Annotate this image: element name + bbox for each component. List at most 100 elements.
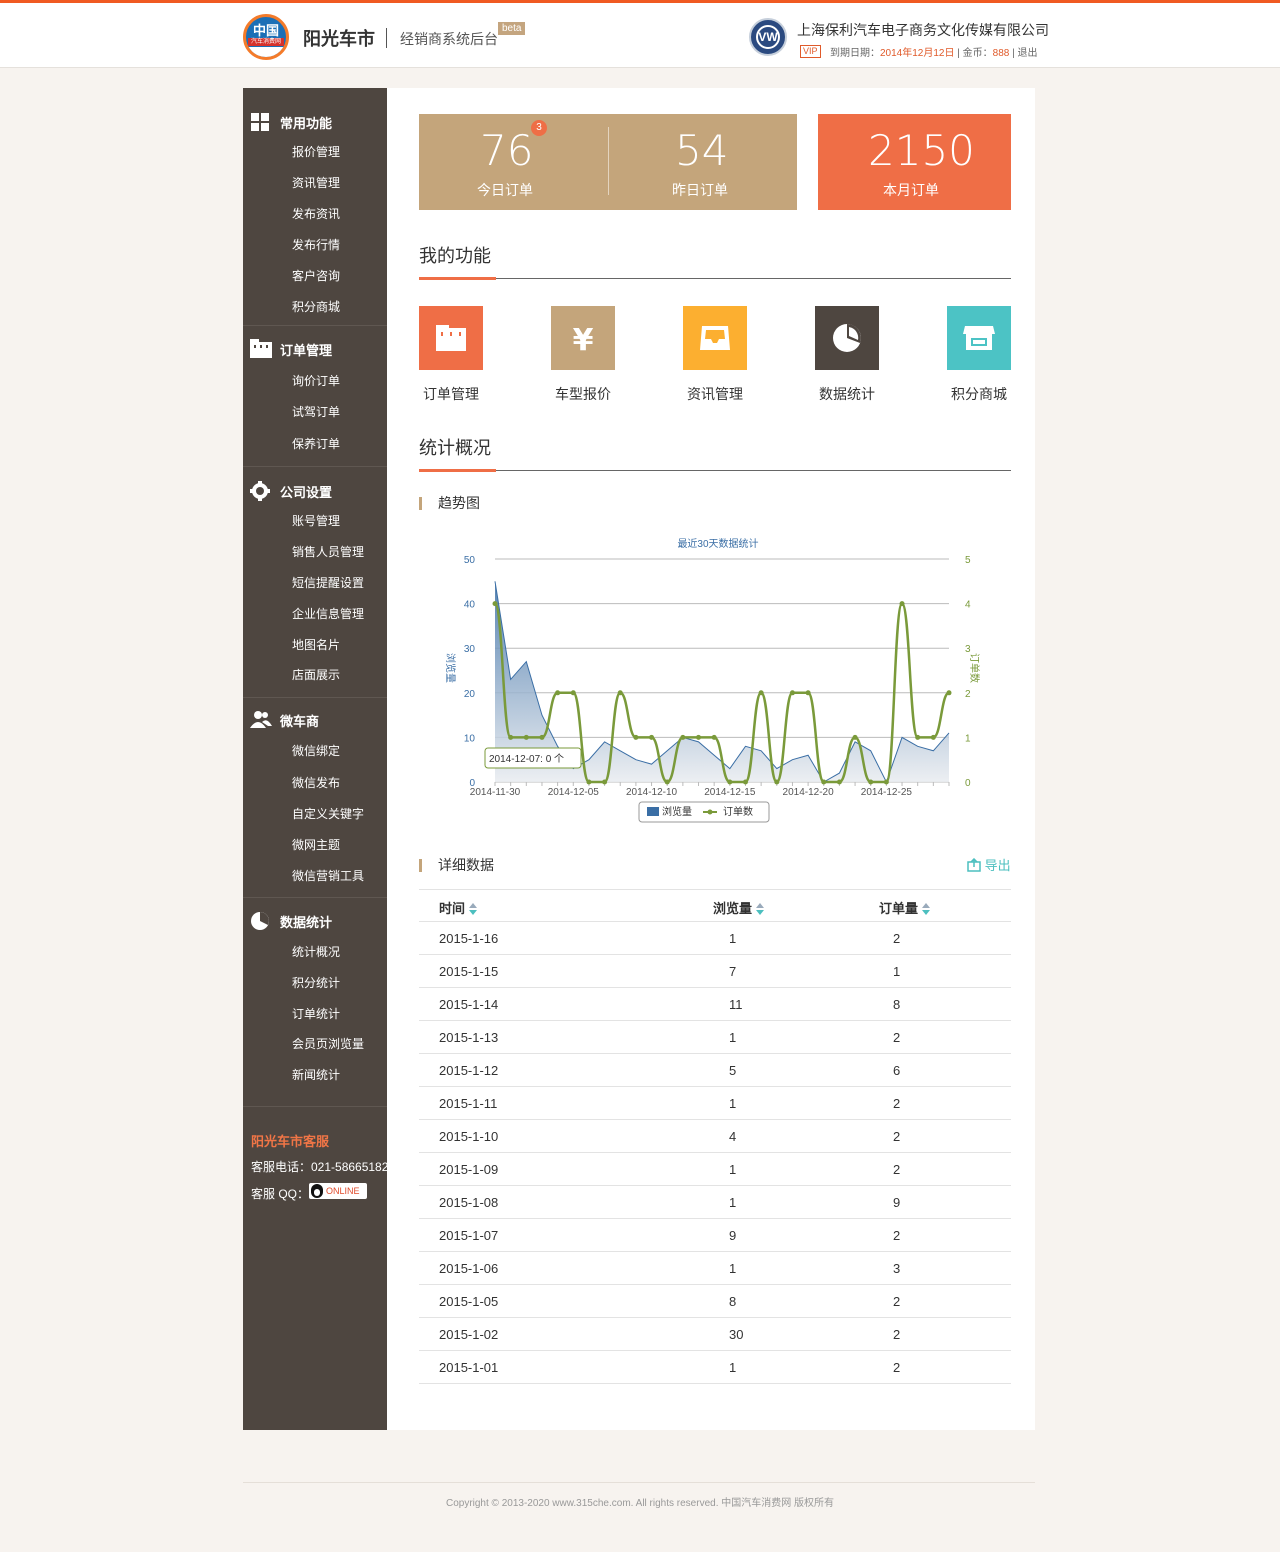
- sidebar-item-points-stats[interactable]: 积分统计: [292, 974, 340, 991]
- sidebar-item-map-card[interactable]: 地图名片: [292, 636, 340, 653]
- sidebar-item-stats-overview[interactable]: 统计概况: [292, 943, 340, 960]
- cell-date: 2015-1-14: [439, 997, 499, 1012]
- sidebar-item-quote[interactable]: 报价管理: [292, 143, 340, 160]
- sidebar-item-wechat-marketing[interactable]: 微信营销工具: [292, 867, 364, 884]
- column-header-date[interactable]: 时间: [439, 898, 478, 917]
- sort-icon[interactable]: [469, 903, 478, 915]
- sidebar-item-member-pageviews[interactable]: 会员页浏览量: [292, 1035, 364, 1052]
- cell-orders: 1: [893, 964, 901, 979]
- trend-title-text: 趋势图: [438, 495, 480, 511]
- qq-penguin-icon: [311, 1184, 323, 1198]
- func-points-mall[interactable]: 积分商城: [947, 306, 1011, 402]
- func-order-management[interactable]: 订单管理: [419, 306, 483, 402]
- vip-badge: VIP: [800, 45, 821, 58]
- column-header-orders[interactable]: 订单量: [879, 898, 931, 917]
- cell-orders: 2: [893, 1228, 901, 1243]
- cell-views: 7: [729, 964, 737, 979]
- order-point: [930, 734, 936, 740]
- order-point: [633, 734, 639, 740]
- folder-icon: [250, 339, 272, 359]
- sidebar-section-common[interactable]: 常用功能: [250, 112, 332, 132]
- order-point: [523, 734, 529, 740]
- sidebar-item-news[interactable]: 资讯管理: [292, 174, 340, 191]
- sidebar-item-sales-staff[interactable]: 销售人员管理: [292, 543, 364, 560]
- table-row: 2015-1-13 1 2: [419, 1021, 1011, 1054]
- sidebar-item-inquiry-orders[interactable]: 询价订单: [292, 372, 340, 389]
- sidebar-item-maintenance-orders[interactable]: 保养订单: [292, 435, 340, 452]
- main-panel: 76 3 今日订单 54 昨日订单 2150 本月订单 我的功能 订单管理 ¥ …: [387, 88, 1035, 1430]
- cell-views: 1: [729, 1360, 737, 1375]
- order-point: [555, 690, 561, 696]
- cell-date: 2015-1-15: [439, 964, 499, 979]
- sidebar-item-order-stats[interactable]: 订单统计: [292, 1005, 340, 1022]
- divider: [243, 697, 387, 698]
- trend-chart: 最近30天数据统计 0 10 20 30 40 50 0 1 2 3 4 5 浏览量 订单数 2014-11-…: [433, 528, 1003, 828]
- sidebar-item-wechat-bind[interactable]: 微信绑定: [292, 742, 340, 759]
- order-point: [821, 779, 827, 785]
- sidebar-item-test-drive-orders[interactable]: 试驾订单: [292, 403, 340, 420]
- cell-orders: 2: [893, 1030, 901, 1045]
- x-tick-label: 2014-12-20: [783, 787, 835, 798]
- sidebar-section-title: 公司设置: [280, 484, 333, 500]
- site-logo[interactable]: 中国 汽车消费网: [243, 14, 289, 60]
- func-data-statistics[interactable]: 数据统计: [815, 306, 879, 402]
- order-point: [758, 690, 764, 696]
- qq-online-button[interactable]: ONLINE: [309, 1183, 367, 1199]
- y-right-tick-label: 1: [965, 733, 971, 744]
- sidebar-item-points-mall[interactable]: 积分商城: [292, 298, 340, 315]
- func-news-management[interactable]: 资讯管理: [683, 306, 747, 402]
- func-model-quote[interactable]: ¥ 车型报价: [551, 306, 615, 402]
- cell-date: 2015-1-12: [439, 1063, 499, 1078]
- cell-views: 1: [729, 931, 737, 946]
- sidebar-item-accounts[interactable]: 账号管理: [292, 512, 340, 529]
- brand-title: 阳光车市: [303, 29, 375, 49]
- sidebar-item-micro-site-theme[interactable]: 微网主题: [292, 836, 340, 853]
- sidebar-item-store-display[interactable]: 店面展示: [292, 666, 340, 683]
- x-tick-label: 2014-12-05: [548, 787, 600, 798]
- y-right-tick-label: 0: [965, 778, 971, 789]
- func-label: 车型报价: [555, 386, 611, 402]
- cell-orders: 3: [893, 1261, 901, 1276]
- sidebar-item-sms-settings[interactable]: 短信提醒设置: [292, 574, 364, 591]
- users-icon: [250, 710, 272, 730]
- order-point: [696, 734, 702, 740]
- sidebar-section-orders[interactable]: 订单管理: [250, 339, 332, 359]
- sidebar-section-title: 数据统计: [280, 914, 333, 930]
- sidebar-section-statistics[interactable]: 数据统计: [250, 911, 332, 931]
- order-point: [602, 779, 608, 785]
- chart-tooltip-text: 2014-12-07: 0 个: [489, 753, 564, 765]
- logo-subtext: 汽车消费网: [248, 38, 284, 46]
- sidebar-section-wechat[interactable]: 微车商: [250, 710, 319, 730]
- sort-icon[interactable]: [756, 903, 765, 915]
- sidebar-item-company-info[interactable]: 企业信息管理: [292, 605, 364, 622]
- company-name: 上海保利汽车电子商务文化传媒有限公司: [797, 22, 1049, 38]
- sidebar-item-publish-market[interactable]: 发布行情: [292, 236, 340, 253]
- trend-chart-title: 趋势图: [419, 493, 480, 513]
- export-label: 导出: [984, 858, 1011, 873]
- sidebar-item-wechat-publish[interactable]: 微信发布: [292, 774, 340, 791]
- func-label: 数据统计: [819, 386, 875, 402]
- sidebar-item-news-stats[interactable]: 新闻统计: [292, 1066, 340, 1083]
- cell-orders: 2: [893, 1129, 901, 1144]
- column-header-views[interactable]: 浏览量: [713, 898, 765, 917]
- sort-icon[interactable]: [922, 903, 931, 915]
- today-orders-label: 今日订单: [477, 182, 533, 198]
- logout-link[interactable]: | 退出: [1009, 48, 1037, 59]
- sidebar-item-customer-inquiry[interactable]: 客户咨询: [292, 267, 340, 284]
- y-right-tick-label: 2: [965, 689, 971, 700]
- cell-date: 2015-1-06: [439, 1261, 499, 1276]
- func-label: 订单管理: [423, 386, 479, 402]
- detail-data-title: 详细数据: [419, 855, 494, 875]
- y-tick-label: 50: [464, 555, 476, 566]
- system-subtitle: 经销商系统后台: [400, 31, 498, 47]
- sidebar-section-company[interactable]: 公司设置: [250, 481, 332, 501]
- sidebar-item-publish-news[interactable]: 发布资讯: [292, 205, 340, 222]
- export-button[interactable]: 导出: [967, 855, 1011, 874]
- sidebar-item-custom-keywords[interactable]: 自定义关键字: [292, 805, 364, 822]
- y-tick-label: 30: [464, 644, 476, 655]
- x-tick-label: 2014-12-15: [704, 787, 756, 798]
- table-row: 2015-1-02 30 2: [419, 1318, 1011, 1351]
- cell-orders: 6: [893, 1063, 901, 1078]
- cell-date: 2015-1-05: [439, 1294, 499, 1309]
- cell-date: 2015-1-10: [439, 1129, 499, 1144]
